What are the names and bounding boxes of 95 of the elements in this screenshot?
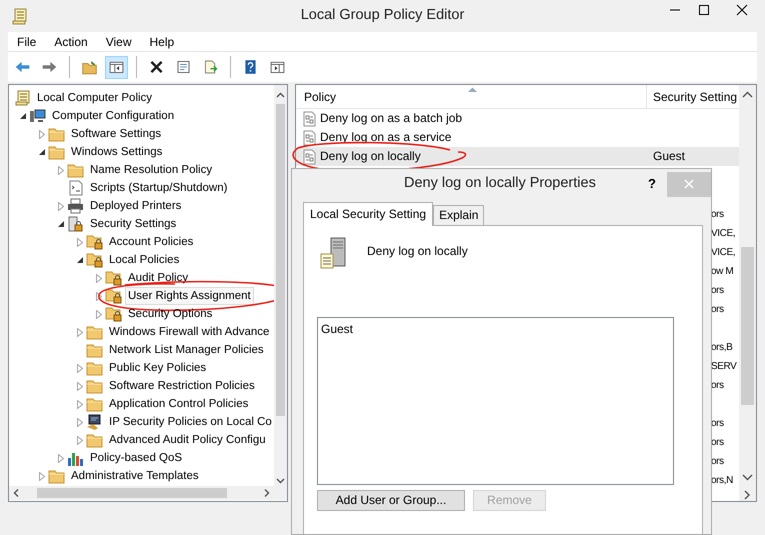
- policy-icon: [302, 110, 317, 126]
- tree-item[interactable]: Scripts (Startup/Shutdown): [87, 179, 230, 197]
- locked-folder-icon: [105, 306, 122, 322]
- collapsed-arrow-icon[interactable]: [39, 130, 45, 138]
- tree-item[interactable]: Administrative Templates: [68, 467, 202, 485]
- scrollbar-thumb[interactable]: [741, 247, 754, 405]
- add-user-button[interactable]: Add User or Group...: [317, 490, 465, 511]
- dialog-tab[interactable]: Explain: [433, 205, 484, 225]
- menu-item[interactable]: View: [96, 32, 132, 51]
- folder-icon: [48, 468, 65, 484]
- folder-icon: [48, 144, 65, 160]
- scroll-icon: [11, 7, 29, 25]
- security-setting: ors,N: [711, 475, 733, 486]
- locked-folder-icon: [86, 252, 103, 268]
- tree-item[interactable]: Security Options: [125, 305, 216, 323]
- collapsed-arrow-icon[interactable]: [39, 472, 45, 480]
- monitor-icon: [86, 414, 103, 430]
- list-item[interactable]: Guest: [321, 320, 670, 338]
- expanded-arrow-icon[interactable]: [20, 112, 26, 120]
- printer-icon: [67, 198, 84, 214]
- expanded-arrow-icon[interactable]: [38, 148, 46, 156]
- collapsed-arrow-icon[interactable]: [96, 292, 102, 300]
- security-setting: VICE,: [711, 228, 736, 239]
- tree-item[interactable]: Account Policies: [106, 233, 196, 251]
- folder-icon: [67, 162, 84, 178]
- folder-icon: [86, 342, 103, 358]
- dialog-title: Deny log on locally Properties: [404, 174, 596, 194]
- collapsed-arrow-icon[interactable]: [96, 274, 102, 282]
- script-icon: [67, 180, 84, 196]
- menu-item[interactable]: Action: [45, 32, 88, 51]
- tree-item[interactable]: Policy-based QoS: [87, 449, 186, 467]
- collapsed-arrow-icon[interactable]: [77, 418, 83, 426]
- folder-icon: [86, 360, 103, 376]
- tree-item[interactable]: Audit Policy: [125, 269, 192, 287]
- dialog-tab[interactable]: Local Security Setting: [303, 202, 434, 226]
- locked-folder-icon: [105, 288, 122, 304]
- policy-name[interactable]: Deny log on locally: [320, 147, 421, 166]
- folder-icon: [86, 378, 103, 394]
- folder-icon: [86, 396, 103, 412]
- security-setting: Guest: [653, 149, 686, 163]
- tree-item[interactable]: IP Security Policies on Local Co: [106, 413, 275, 431]
- policy-name[interactable]: Deny log on as a batch job: [320, 109, 462, 128]
- tree-item[interactable]: Application Control Policies: [106, 395, 252, 413]
- collapsed-arrow-icon[interactable]: [58, 166, 64, 174]
- window-title: Local Group Policy Editor: [300, 6, 464, 26]
- collapsed-arrow-icon[interactable]: [77, 364, 83, 372]
- policy-icon: [302, 130, 317, 146]
- folder-icon: [86, 432, 103, 448]
- help-button[interactable]: ?: [648, 174, 656, 194]
- security-setting: ors,B: [711, 342, 732, 353]
- tree-item[interactable]: Windows Firewall with Advance: [106, 323, 272, 341]
- tree-item[interactable]: Computer Configuration: [49, 107, 178, 125]
- collapsed-arrow-icon[interactable]: [77, 400, 83, 408]
- collapsed-arrow-icon[interactable]: [96, 310, 102, 318]
- collapsed-arrow-icon[interactable]: [77, 328, 83, 336]
- sort-arrow-icon: [468, 87, 477, 92]
- expanded-arrow-icon[interactable]: [58, 220, 64, 228]
- folder-icon: [86, 324, 103, 340]
- collapsed-arrow-icon[interactable]: [58, 454, 64, 462]
- tree-item[interactable]: Network List Manager Policies: [106, 341, 267, 359]
- close-icon: [684, 179, 694, 189]
- policy-icon: [302, 148, 317, 164]
- tree-item[interactable]: Local Policies: [106, 251, 182, 269]
- bar-chart-icon: [67, 450, 84, 466]
- tree-item[interactable]: Public Key Policies: [106, 359, 210, 377]
- expanded-arrow-icon[interactable]: [76, 256, 84, 264]
- collapsed-arrow-icon[interactable]: [77, 436, 83, 444]
- menu-item[interactable]: File: [8, 32, 36, 51]
- tree-pane-button[interactable]: [105, 56, 128, 78]
- scrollbar-thumb[interactable]: [276, 104, 285, 416]
- scroll-icon: [14, 90, 31, 106]
- policy-title: Deny log on locally: [367, 243, 468, 260]
- collapsed-arrow-icon[interactable]: [58, 202, 64, 210]
- tree-item[interactable]: Deployed Printers: [87, 197, 184, 215]
- folder-icon: [48, 126, 65, 142]
- locked-folder-icon: [86, 234, 103, 250]
- tree-item[interactable]: Security Settings: [87, 215, 180, 233]
- members-list[interactable]: Guest: [317, 317, 674, 485]
- security-setting: VICE,: [711, 247, 736, 258]
- computer-icon: [29, 108, 46, 124]
- column-header[interactable]: Policy: [296, 85, 646, 108]
- tree-item[interactable]: Advanced Audit Policy Configu: [106, 431, 269, 449]
- menu-item[interactable]: Help: [140, 32, 174, 51]
- tree-item[interactable]: Software Settings: [68, 125, 164, 143]
- tree-item[interactable]: User Rights Assignment: [125, 287, 254, 305]
- locked-folder-icon: [105, 270, 122, 286]
- security-setting: SERV: [711, 361, 736, 372]
- collapsed-arrow-icon[interactable]: [77, 238, 83, 246]
- tree-item[interactable]: Local Computer Policy: [34, 89, 156, 107]
- collapsed-arrow-icon[interactable]: [77, 382, 83, 390]
- tree-item[interactable]: Name Resolution Policy: [87, 161, 216, 179]
- secure-server-icon: [67, 216, 84, 232]
- tree-item[interactable]: Windows Settings: [68, 143, 166, 161]
- tree-item[interactable]: Software Restriction Policies: [106, 377, 258, 395]
- scrollbar-thumb[interactable]: [37, 488, 227, 498]
